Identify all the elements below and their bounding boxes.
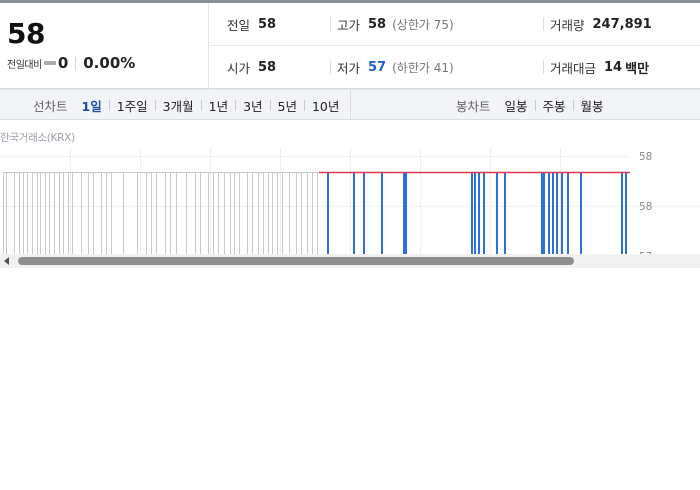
tab-monthly[interactable]: 월봉: [581, 96, 604, 115]
volume-value: 247,891: [592, 16, 652, 32]
change-label: 전일대비: [7, 59, 42, 71]
scroll-left-icon[interactable]: [4, 257, 9, 265]
quote-panel: 58 전일대비 0 0.00% 전일 58 고가 58 (상한가 75) 거래량…: [0, 3, 700, 89]
divider: [108, 99, 110, 111]
current-price: 58: [7, 17, 45, 50]
tab-10y[interactable]: 10년: [312, 96, 339, 115]
tab-3y[interactable]: 3년: [243, 96, 262, 115]
tab-weekly[interactable]: 주봉: [543, 96, 566, 115]
divider: [75, 56, 77, 70]
open-label: 시가: [227, 61, 251, 76]
quote-row-1: 전일 58 고가 58 (상한가 75) 거래량 247,891: [210, 3, 700, 46]
divider: [572, 99, 574, 111]
intraday-chart: 585857: [0, 148, 700, 268]
scroll-thumb[interactable]: [18, 257, 574, 265]
change-value: 0: [57, 54, 69, 72]
y-axis-label: 58: [639, 151, 652, 163]
change-rate: 0.00%: [83, 54, 136, 72]
divider: [235, 99, 237, 111]
price-summary: 58 전일대비 0 0.00%: [0, 3, 209, 89]
volume-cell: 거래량 247,891: [543, 16, 652, 33]
low-label: 저가: [337, 60, 361, 76]
change-row: 전일대비 0 0.00%: [7, 53, 135, 73]
tab-5y[interactable]: 5년: [278, 96, 297, 115]
open-value: 58: [258, 60, 277, 75]
amount-label: 거래대금: [550, 60, 597, 76]
quote-row-2: 시가 58 저가 57 (하한가 41) 거래대금 14 백만: [210, 46, 700, 89]
low-cell: 저가 57 (하한가 41): [330, 59, 454, 76]
open-cell: 시가 58: [227, 46, 276, 89]
high-cell: 고가 58 (상한가 75): [330, 16, 454, 33]
amount-unit: 백만: [625, 61, 650, 77]
amount-cell: 거래대금 14 백만: [543, 59, 650, 77]
flat-icon: [43, 61, 56, 65]
divider: [534, 99, 536, 111]
tab-daily[interactable]: 일봉: [505, 96, 528, 115]
amount-value: 14: [604, 59, 623, 75]
line-chart-title: 선차트: [33, 98, 68, 114]
period-bar: 선차트 1일 1주일 3개월 1년 3년 5년 10년 봉차트 일봉 주봉 월봉: [0, 89, 700, 120]
divider: [200, 99, 202, 111]
divider: [269, 99, 271, 111]
divider: [303, 99, 305, 111]
prev-close-cell: 전일 58: [227, 3, 276, 46]
candle-chart-title: 봉차트: [456, 98, 491, 114]
line-chart-tabs: 선차트 1일 1주일 3개월 1년 3년 5년 10년: [0, 90, 351, 120]
tab-1y[interactable]: 1년: [209, 96, 228, 115]
candle-chart-tabs: 봉차트 일봉 주봉 월봉: [456, 90, 604, 120]
tab-1w[interactable]: 1주일: [117, 96, 148, 115]
prev-close-label: 전일: [227, 18, 251, 33]
tab-3m[interactable]: 3개월: [163, 96, 194, 115]
high-label: 고가: [337, 17, 361, 33]
lower-limit-note: (하한가 41): [392, 60, 454, 75]
volume-label: 거래량: [550, 17, 585, 33]
tab-1d[interactable]: 1일: [82, 96, 102, 115]
divider: [154, 99, 156, 111]
chart-svg: 585857: [0, 148, 700, 268]
quote-grid: 전일 58 고가 58 (상한가 75) 거래량 247,891 시가 58 저…: [210, 3, 700, 89]
chart-scrollbar[interactable]: [0, 254, 700, 268]
exchange-label: 한국거래소(KRX): [0, 132, 75, 144]
high-value: 58: [368, 16, 387, 32]
y-axis-label: 58: [639, 201, 652, 213]
low-value: 57: [368, 59, 387, 75]
upper-limit-note: (상한가 75): [392, 17, 454, 32]
prev-close-value: 58: [258, 17, 277, 32]
